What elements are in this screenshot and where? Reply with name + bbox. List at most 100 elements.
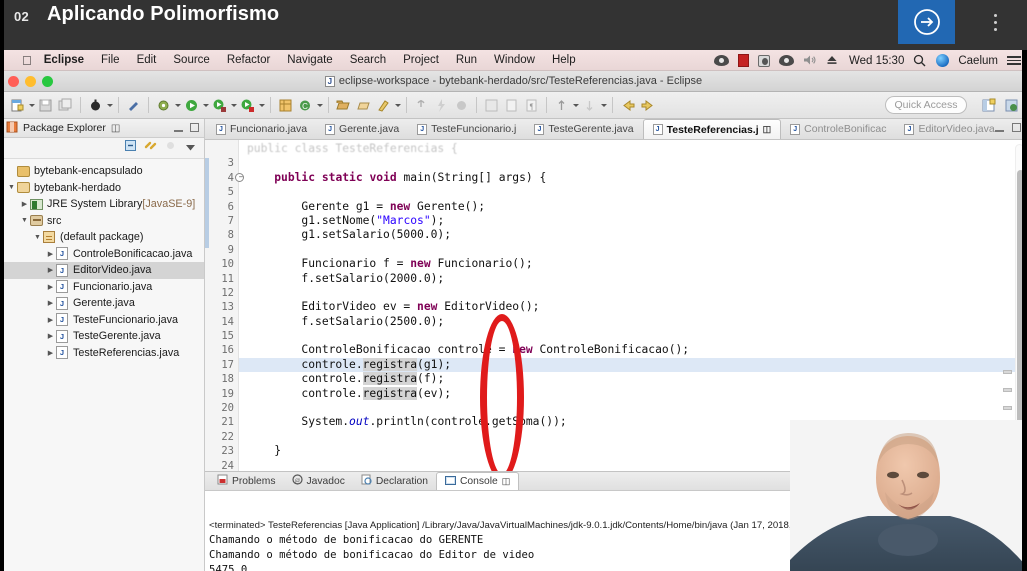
tree-item[interactable]: ▼ bytebank-herdado [0, 180, 204, 197]
view-menu-icon[interactable] [184, 139, 197, 157]
code-line[interactable]: controle.registra(g1); [239, 357, 1027, 373]
build-dropdown[interactable] [174, 96, 181, 115]
code-line[interactable]: controle.registra(f); [239, 372, 1027, 386]
tree-item[interactable]: ▶ J TesteReferencias.java [0, 345, 204, 362]
tree-item[interactable]: ▶ J Gerente.java [0, 295, 204, 312]
volume-icon[interactable] [803, 54, 817, 68]
menu-item-project[interactable]: Project [403, 54, 439, 66]
code-line[interactable] [239, 329, 1027, 343]
minimize-editor-button[interactable] [995, 123, 1004, 132]
tree-twisty-icon[interactable]: ▶ [45, 332, 56, 340]
spotlight-search-icon[interactable] [913, 54, 927, 68]
menu-item-navigate[interactable]: Navigate [287, 54, 332, 66]
forward-navigation-button[interactable] [638, 96, 657, 115]
new-java-project-button[interactable] [276, 96, 295, 115]
eject-icon[interactable] [826, 54, 840, 68]
run-last-dropdown[interactable] [258, 96, 265, 115]
tree-twisty-icon[interactable]: ▶ [45, 349, 56, 357]
run-last-button[interactable] [238, 96, 257, 115]
tree-item[interactable]: ▼ src [0, 213, 204, 230]
tree-item[interactable]: bytebank-encapsulado [0, 163, 204, 180]
recording-indicator-icon[interactable] [737, 54, 749, 67]
maximize-view-button[interactable] [190, 123, 199, 132]
previous-annotation-dropdown[interactable] [572, 96, 579, 115]
menu-item-eclipse[interactable]: Eclipse [44, 54, 84, 66]
tree-item[interactable]: ▶ J EditorVideo.java [0, 262, 204, 279]
close-icon[interactable]: ◫ [763, 124, 772, 135]
maximize-editor-button[interactable] [1012, 123, 1021, 132]
editor-tab[interactable]: J TesteGerente.java [525, 119, 642, 139]
close-icon[interactable]: ◫ [111, 123, 120, 134]
close-icon[interactable]: ◫ [502, 476, 511, 487]
menu-bar-clock[interactable]: Wed 15:30 [849, 55, 904, 67]
pin-button[interactable] [412, 96, 431, 115]
back-navigation-button[interactable] [618, 96, 637, 115]
next-annotation-button[interactable] [580, 96, 599, 115]
console-tab[interactable]: Console ◫ [435, 472, 520, 490]
code-line[interactable]: ControleBonificacao controle = new Contr… [239, 343, 1027, 357]
user-avatar-icon[interactable] [936, 54, 950, 67]
code-line[interactable] [239, 286, 1027, 300]
maximize-window-button[interactable] [42, 76, 53, 87]
more-options-button[interactable] [986, 8, 1004, 36]
code-line[interactable]: public class TesteReferencias { [239, 142, 1027, 156]
tree-twisty-icon[interactable]: ▶ [45, 316, 56, 324]
debug-dropdown[interactable] [106, 96, 113, 115]
code-line[interactable]: f.setSalario(2000.0); [239, 272, 1027, 286]
toggle-breakpoint-button[interactable] [482, 96, 501, 115]
tree-item[interactable]: ▶ J Funcionario.java [0, 279, 204, 296]
console-tab[interactable]: Problems [209, 472, 284, 490]
tree-twisty-icon[interactable]: ▶ [45, 283, 56, 291]
code-line[interactable]: controle.registra(ev); [239, 386, 1027, 401]
open-perspective-button[interactable] [979, 96, 998, 115]
disk-utility-icon[interactable] [757, 54, 770, 67]
search-button[interactable] [374, 96, 393, 115]
menu-item-search[interactable]: Search [350, 54, 386, 66]
tree-twisty-icon[interactable]: ▼ [19, 217, 30, 224]
package-explorer-tab[interactable]: Package Explorer ◫ [0, 119, 204, 138]
editor-tab[interactable]: J TesteReferencias.j ◫ [642, 119, 782, 139]
code-line[interactable] [239, 156, 1027, 170]
run-dropdown[interactable] [202, 96, 209, 115]
save-button[interactable] [36, 96, 55, 115]
debug-button[interactable] [86, 96, 105, 115]
java-perspective-button[interactable] [1002, 96, 1021, 115]
editor-tab[interactable]: J Funcionario.java [207, 119, 316, 139]
code-line[interactable]: g1.setNome("Marcos"); [239, 214, 1027, 228]
new-class-dropdown[interactable] [316, 96, 323, 115]
mark-occurrences-button[interactable] [502, 96, 521, 115]
dropbox-icon[interactable] [713, 55, 729, 66]
menu-item-window[interactable]: Window [494, 54, 535, 66]
code-line[interactable]: f.setSalario(2500.0); [239, 315, 1027, 329]
build-button[interactable] [154, 96, 173, 115]
tree-item[interactable]: ▶ J TesteGerente.java [0, 328, 204, 345]
menu-item-edit[interactable]: Edit [137, 54, 157, 66]
menu-item-help[interactable]: Help [552, 54, 576, 66]
minimize-view-button[interactable] [174, 123, 183, 132]
save-all-button[interactable] [56, 96, 75, 115]
tree-item[interactable]: ▶ J ControleBonificacao.java [0, 246, 204, 263]
tree-twisty-icon[interactable]: ▶ [45, 250, 56, 258]
new-file-button[interactable] [8, 96, 27, 115]
quick-access-input[interactable]: Quick Access [885, 96, 967, 114]
apple-logo-icon[interactable]:  [22, 54, 32, 67]
open-type-button[interactable] [334, 96, 353, 115]
editor-tab[interactable]: J Gerente.java [316, 119, 408, 139]
next-lesson-button[interactable] [898, 0, 955, 44]
code-line[interactable] [239, 401, 1027, 415]
tree-item[interactable]: ▶ JRE System Library [JavaSE-9] [0, 196, 204, 213]
tree-item[interactable]: ▶ J TesteFuncionario.java [0, 312, 204, 329]
minimize-window-button[interactable] [25, 76, 36, 87]
code-line[interactable] [239, 185, 1027, 199]
run-configurations-dropdown[interactable] [230, 96, 237, 115]
tree-twisty-icon[interactable]: ▼ [32, 234, 43, 241]
new-file-dropdown[interactable] [28, 96, 35, 115]
tree-twisty-icon[interactable]: ▶ [45, 266, 56, 274]
link-with-editor-icon[interactable] [144, 139, 157, 157]
code-line[interactable]: Gerente g1 = new Gerente(); [239, 200, 1027, 214]
nvidia-icon[interactable] [778, 55, 794, 66]
close-window-button[interactable] [8, 76, 19, 87]
tree-twisty-icon[interactable]: ▶ [45, 299, 56, 307]
external-tools-button[interactable] [124, 96, 143, 115]
editor-tab[interactable]: J EditorVideo.java [895, 119, 1003, 139]
